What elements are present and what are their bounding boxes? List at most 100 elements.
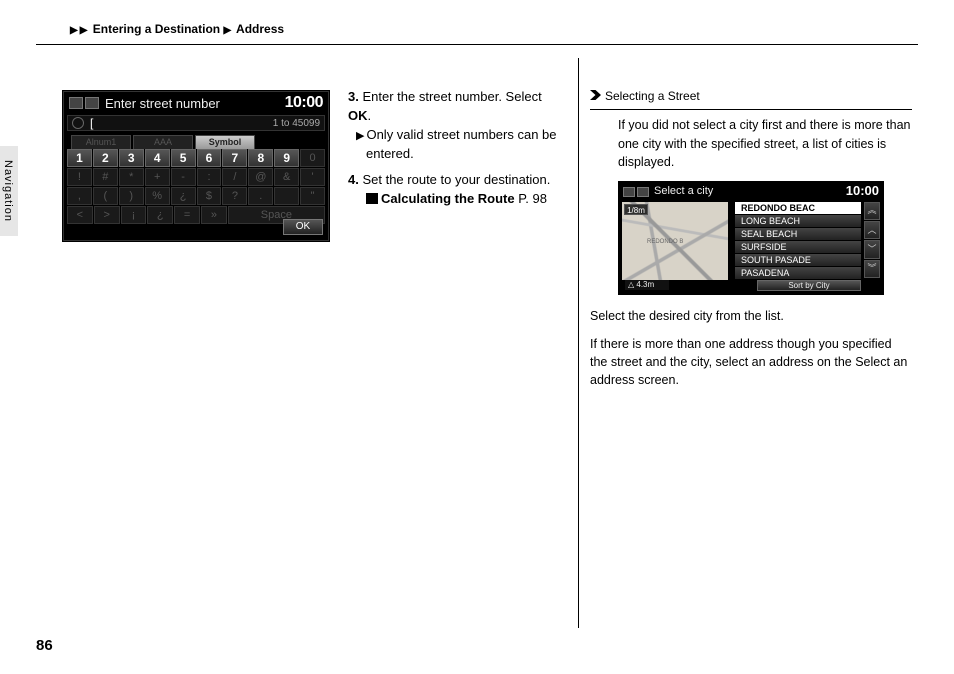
step-sub: ▶Only valid street numbers can be entere…	[348, 126, 558, 164]
note-paragraph: If you did not select a city first and t…	[590, 116, 912, 170]
map-distance: △ 4.3m	[625, 280, 669, 290]
input-value: [	[90, 116, 273, 130]
globe-icon	[72, 117, 84, 129]
key[interactable]: %	[145, 187, 170, 205]
key[interactable]: 7	[222, 149, 247, 167]
screen-title: Select a city	[654, 184, 846, 200]
key[interactable]: <	[67, 206, 93, 224]
key[interactable]: ,	[67, 187, 92, 205]
keypad: 1234567890 !#*+-:/@&' ,()%¿$?." < > ¡ ¿ …	[67, 149, 325, 225]
scroll-top-icon[interactable]: ︽	[864, 202, 880, 220]
city-list-item[interactable]: REDONDO BEAC	[735, 202, 861, 215]
step-text: .	[368, 108, 372, 123]
key[interactable]: )	[119, 187, 144, 205]
tab-symbol[interactable]: Symbol	[195, 135, 255, 149]
step-3: 3. Enter the street number. Select OK. ▶…	[348, 88, 558, 163]
step-sub-text: Only valid street numbers can be entered…	[366, 127, 557, 161]
back-icon[interactable]	[85, 97, 99, 109]
breadcrumb-seg: Address	[236, 22, 284, 36]
column-right: Selecting a Street If you did not select…	[590, 88, 912, 399]
triangle-icon: ▶	[80, 25, 88, 36]
key[interactable]: >	[94, 206, 120, 224]
key[interactable]: ¿	[147, 206, 173, 224]
key[interactable]: =	[174, 206, 200, 224]
side-tab-label: Navigation	[2, 160, 14, 222]
key[interactable]: ¿	[171, 187, 196, 205]
key[interactable]: +	[145, 168, 170, 186]
key[interactable]: 0	[300, 149, 325, 167]
key[interactable]: (	[93, 187, 118, 205]
key[interactable]: ?	[222, 187, 247, 205]
triangle-icon: ▶	[356, 130, 364, 142]
note-heading-text: Selecting a Street	[605, 89, 700, 103]
key[interactable]: -	[171, 168, 196, 186]
key[interactable]: /	[222, 168, 247, 186]
key[interactable]: "	[300, 187, 325, 205]
sort-by-city-button[interactable]: Sort by City	[757, 280, 861, 291]
scroll-down-icon[interactable]: ﹀	[864, 240, 880, 258]
key[interactable]: 2	[93, 149, 118, 167]
scroll-bottom-icon[interactable]: ︾	[864, 260, 880, 278]
key[interactable]: 9	[274, 149, 299, 167]
xref-icon	[366, 193, 378, 204]
tab-alnum[interactable]: Alnum1	[71, 135, 131, 149]
column-middle: 3. Enter the street number. Select OK. ▶…	[348, 88, 558, 217]
breadcrumb-seg: Entering a Destination	[93, 22, 220, 36]
xref-page: P. 98	[518, 191, 547, 206]
nav-screen-select-city: Select a city 10:00 1/8m REDONDO B △ 4.3…	[618, 181, 884, 295]
step-text: Enter the street number. Select	[362, 89, 541, 104]
city-list-item[interactable]: SEAL BEACH	[735, 228, 861, 241]
key[interactable]: 5	[171, 149, 196, 167]
key[interactable]: &	[274, 168, 299, 186]
scroll-up-icon[interactable]: ︿	[864, 221, 880, 239]
key[interactable]: ¡	[121, 206, 147, 224]
ok-button[interactable]: OK	[283, 219, 323, 235]
key[interactable]: $	[197, 187, 222, 205]
header-rule	[36, 44, 918, 45]
step-text: Set the route to your destination.	[362, 172, 550, 187]
key[interactable]	[274, 187, 299, 205]
key[interactable]: !	[67, 168, 92, 186]
key[interactable]: 3	[119, 149, 144, 167]
key[interactable]: 8	[248, 149, 273, 167]
key[interactable]: 4	[145, 149, 170, 167]
map-scale[interactable]: 1/8m	[624, 204, 648, 215]
side-tab-navigation: Navigation	[0, 146, 18, 236]
clock: 10:00	[846, 182, 879, 201]
key[interactable]: '	[300, 168, 325, 186]
column-left: Enter street number 10:00 [ 1 to 45099 A…	[62, 90, 330, 242]
tab-aaa[interactable]: AAA	[133, 135, 193, 149]
city-list-item[interactable]: PASADENA	[735, 267, 861, 280]
key[interactable]: »	[201, 206, 227, 224]
keyboard-tabs: Alnum1 AAA Symbol	[71, 135, 255, 149]
page-number: 86	[36, 637, 53, 654]
key[interactable]: :	[197, 168, 222, 186]
triangle-icon: ▶	[223, 25, 231, 36]
input-range-hint: 1 to 45099	[273, 118, 320, 129]
street-number-input[interactable]: [ 1 to 45099	[67, 115, 325, 131]
back-icon[interactable]	[637, 187, 649, 197]
home-icon[interactable]	[623, 187, 635, 197]
key[interactable]: 1	[67, 149, 92, 167]
note-rule	[590, 109, 912, 110]
note-paragraph: Select the desired city from the list.	[590, 307, 912, 325]
city-list-item[interactable]: SOUTH PASADE	[735, 254, 861, 267]
key[interactable]: #	[93, 168, 118, 186]
clock: 10:00	[285, 94, 323, 112]
note-heading: Selecting a Street	[590, 88, 912, 105]
step-4: 4. Set the route to your destination. Ca…	[348, 171, 558, 209]
screen-title: Enter street number	[105, 96, 285, 111]
city-list-item[interactable]: LONG BEACH	[735, 215, 861, 228]
map-label: REDONDO B	[647, 238, 683, 247]
ok-label: OK	[348, 108, 368, 123]
step-number: 4.	[348, 172, 359, 187]
vertical-rule	[578, 58, 579, 628]
xref-label: Calculating the Route	[381, 191, 515, 206]
key[interactable]: 6	[197, 149, 222, 167]
home-icon[interactable]	[69, 97, 83, 109]
city-list: REDONDO BEAC LONG BEACH SEAL BEACH SURFS…	[735, 202, 861, 278]
key[interactable]: .	[248, 187, 273, 205]
city-list-item[interactable]: SURFSIDE	[735, 241, 861, 254]
key[interactable]: @	[248, 168, 273, 186]
key[interactable]: *	[119, 168, 144, 186]
